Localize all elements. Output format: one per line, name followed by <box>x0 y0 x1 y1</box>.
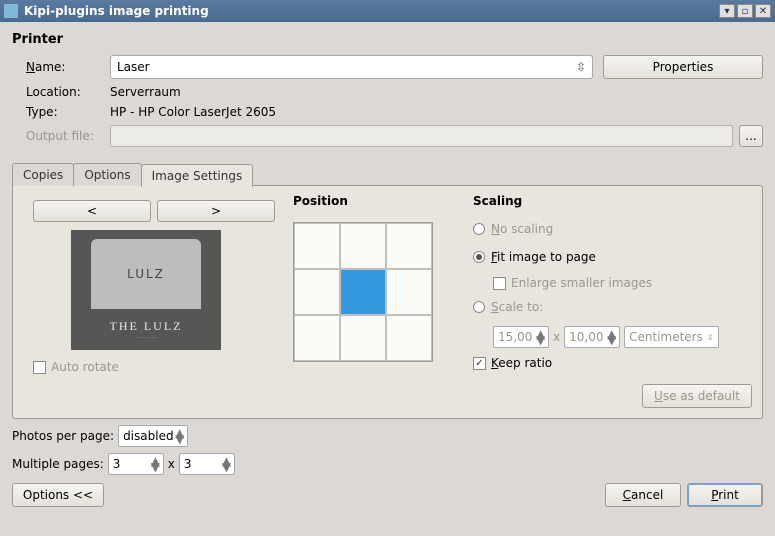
multiple-pages-b-spin[interactable]: 3 ▲▼ <box>179 453 235 475</box>
width-spin: 15,00 ▲▼ <box>493 326 549 348</box>
image-settings-panel: < > LULZ THE LULZ ·· ·· ··· Auto rotate <box>12 185 763 419</box>
radio-no-scaling: No scaling <box>473 222 752 236</box>
auto-rotate-checkbox: Auto rotate <box>33 360 283 374</box>
window-title: Kipi-plugins image printing <box>24 4 209 18</box>
pos-top-right[interactable] <box>386 223 432 269</box>
print-button[interactable]: Print <box>687 483 763 507</box>
radio-fit-to-page[interactable]: Fit image to page <box>473 250 752 264</box>
preview-caption: THE LULZ <box>110 319 183 334</box>
type-label: Type: <box>26 105 110 119</box>
height-spin: 10,00 ▲▼ <box>564 326 620 348</box>
multiple-pages-label: Multiple pages: <box>12 457 104 471</box>
prev-image-button[interactable]: < <box>33 200 151 222</box>
position-title: Position <box>293 194 348 208</box>
next-image-button[interactable]: > <box>157 200 275 222</box>
pos-mid-right[interactable] <box>386 269 432 315</box>
x-label: x <box>168 457 175 471</box>
preview-tombstone: LULZ <box>91 239 201 309</box>
tab-options[interactable]: Options <box>73 163 141 186</box>
output-file-input <box>110 125 733 147</box>
cancel-button[interactable]: Cancel <box>605 483 681 507</box>
location-label: Location: <box>26 85 110 99</box>
pos-bottom-left[interactable] <box>294 315 340 361</box>
output-file-label: Output file: <box>26 129 110 143</box>
browse-button[interactable]: ... <box>739 125 763 147</box>
location-value: Serverraum <box>110 85 181 99</box>
app-icon <box>4 4 18 18</box>
pos-bottom-center[interactable] <box>340 315 386 361</box>
pos-center[interactable] <box>340 269 386 315</box>
printer-name-value: Laser <box>117 60 150 74</box>
radio-scale-to: Scale to: <box>473 300 752 314</box>
pos-mid-left[interactable] <box>294 269 340 315</box>
use-as-default-button: Use as default <box>642 384 752 408</box>
tab-copies[interactable]: Copies <box>12 163 74 186</box>
printer-name-select[interactable]: Laser ⇳ <box>110 55 593 79</box>
close-button[interactable]: ✕ <box>755 4 771 18</box>
titlebar: Kipi-plugins image printing ▾ ▫ ✕ <box>0 0 775 22</box>
photos-per-page-label: Photos per page: <box>12 429 114 443</box>
unit-select: Centimeters⇳ <box>624 326 718 348</box>
enlarge-checkbox: Enlarge smaller images <box>493 276 752 290</box>
chevron-updown-icon: ⇳ <box>570 60 586 74</box>
checkbox-icon <box>493 277 506 290</box>
radio-icon <box>473 251 485 263</box>
name-label: Name: <box>26 60 110 74</box>
radio-icon <box>473 301 485 313</box>
options-toggle-button[interactable]: Options << <box>12 483 104 507</box>
pos-top-center[interactable] <box>340 223 386 269</box>
properties-button[interactable]: Properties <box>603 55 763 79</box>
position-grid[interactable] <box>293 222 433 362</box>
pos-bottom-right[interactable] <box>386 315 432 361</box>
pos-top-left[interactable] <box>294 223 340 269</box>
radio-icon <box>473 223 485 235</box>
tab-bar: Copies Options Image Settings <box>12 163 763 186</box>
scaling-title: Scaling <box>473 194 752 208</box>
multiple-pages-a-spin[interactable]: 3 ▲▼ <box>108 453 164 475</box>
x-label: x <box>553 330 560 344</box>
tab-image-settings[interactable]: Image Settings <box>141 164 254 187</box>
minimize-button[interactable]: ▾ <box>719 4 735 18</box>
preview-subcaption: ·· ·· ··· <box>136 334 156 342</box>
printer-group-title: Printer <box>12 32 763 47</box>
type-value: HP - HP Color LaserJet 2605 <box>110 105 276 119</box>
photos-per-page-spin[interactable]: disabled ▲▼ <box>118 425 188 447</box>
keep-ratio-checkbox[interactable]: ✓ Keep ratio <box>473 356 752 370</box>
image-preview: LULZ THE LULZ ·· ·· ··· <box>71 230 221 350</box>
checkbox-icon: ✓ <box>473 357 486 370</box>
maximize-button[interactable]: ▫ <box>737 4 753 18</box>
checkbox-icon <box>33 361 46 374</box>
